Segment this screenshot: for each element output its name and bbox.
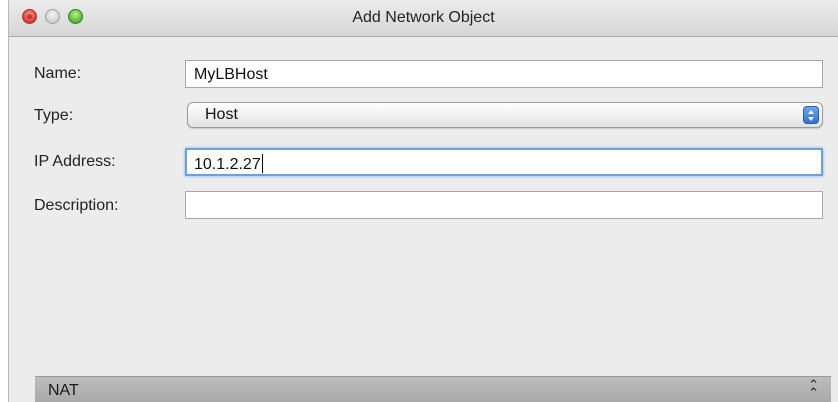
ip-address-value: 10.1.2.27	[194, 156, 261, 173]
double-chevron-up-icon[interactable]: ⌃ ⌃	[808, 378, 819, 399]
select-stepper-icon	[803, 106, 819, 124]
type-label: Type:	[34, 107, 74, 124]
add-network-object-dialog: Add Network Object Name: MyLBHost Type: …	[8, 0, 838, 402]
name-label: Name:	[34, 65, 82, 82]
text-cursor	[261, 154, 263, 173]
window-title: Add Network Object	[352, 9, 495, 26]
nat-section-header[interactable]: NAT ⌃ ⌃	[35, 376, 831, 402]
type-select[interactable]: Host	[187, 102, 823, 128]
title-bar: Add Network Object	[9, 0, 838, 37]
description-input[interactable]	[185, 191, 823, 219]
nat-section-label: NAT	[48, 382, 79, 399]
description-label: Description:	[34, 197, 119, 214]
name-input[interactable]: MyLBHost	[185, 60, 823, 88]
ip-address-input[interactable]: 10.1.2.27	[185, 148, 823, 176]
type-value: Host	[205, 106, 238, 123]
name-value: MyLBHost	[194, 66, 268, 83]
ip-address-label: IP Address:	[34, 153, 116, 170]
